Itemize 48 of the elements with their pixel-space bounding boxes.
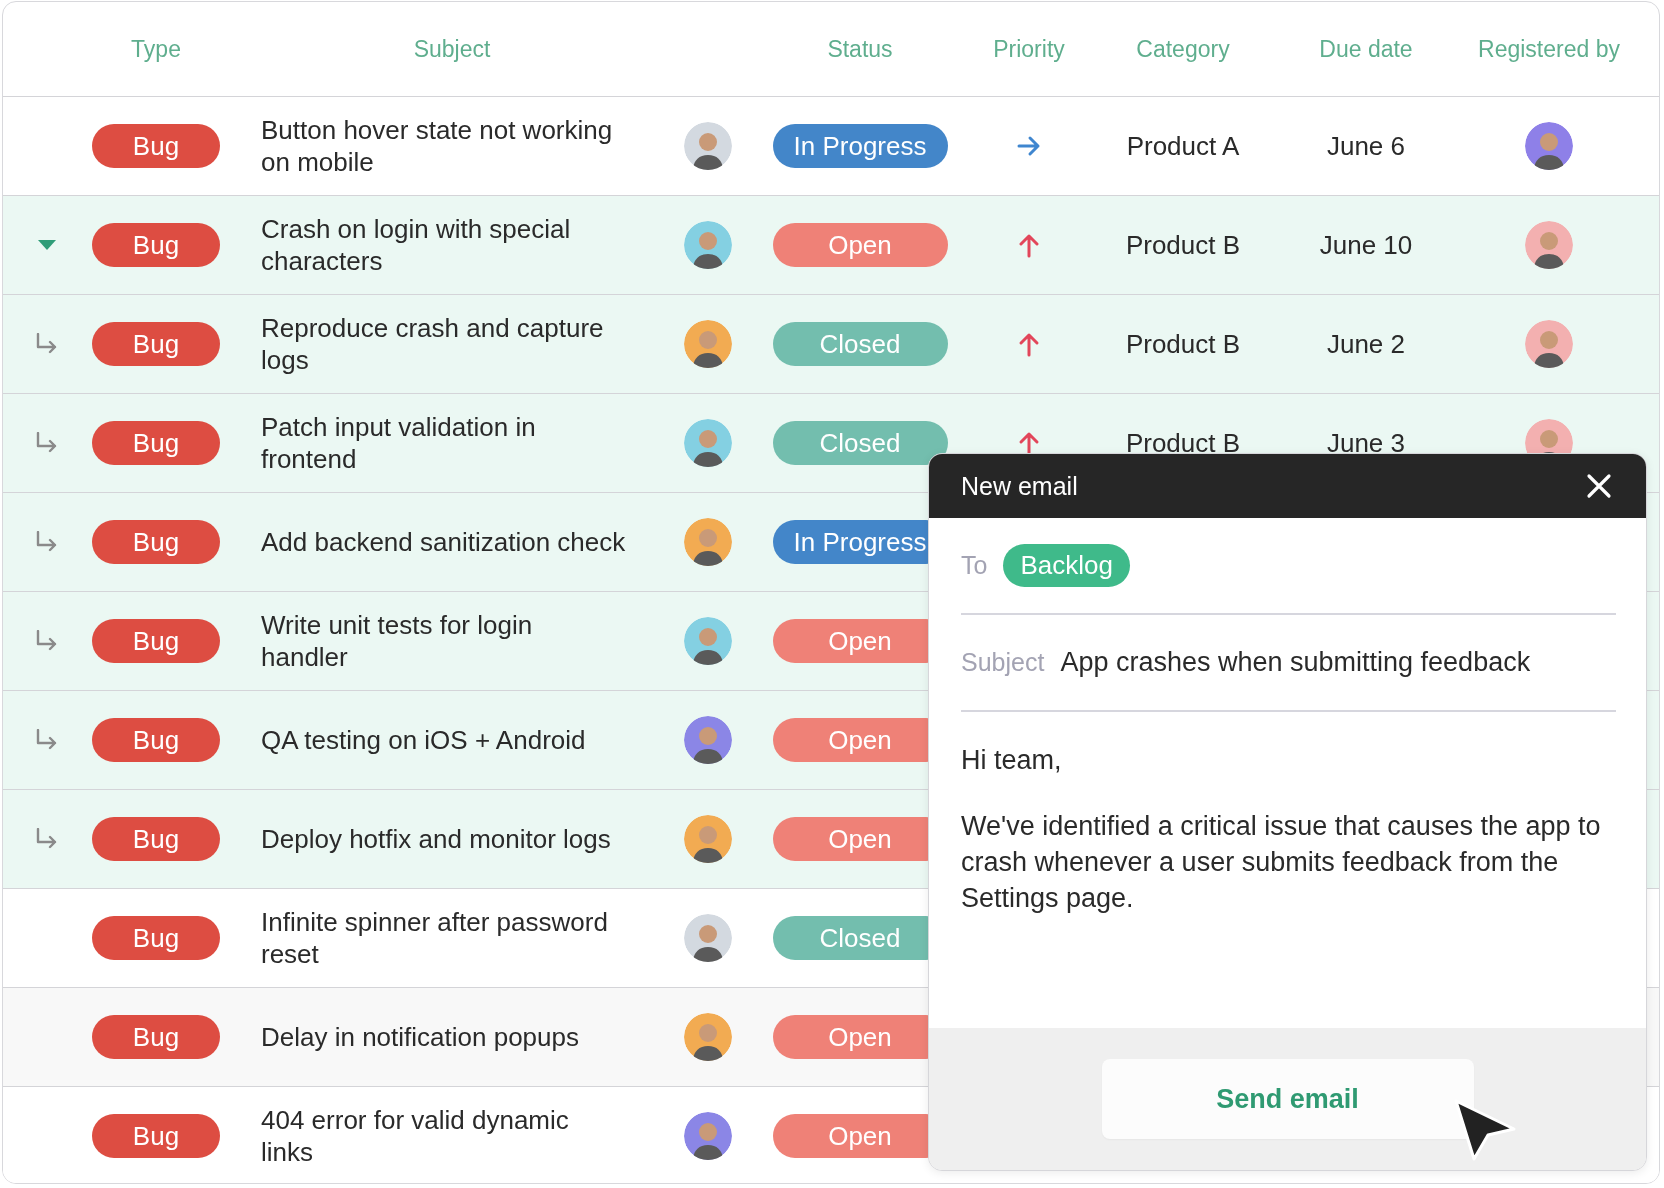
due-date: June 2 (1326, 328, 1406, 360)
category-text: Product B (1125, 427, 1241, 459)
subject-text: Patch input validation in frontend (261, 411, 536, 475)
subject-text: Deploy hotfix and monitor logs (261, 823, 611, 855)
type-badge: Bug (92, 421, 220, 465)
subject-text: Delay in notification popups (261, 1021, 579, 1053)
subject-field[interactable]: App crashes when submitting feedback (1060, 647, 1531, 678)
subject-text: Add backend sanitization check (261, 526, 626, 558)
close-icon[interactable] (1586, 473, 1612, 499)
type-badge: Bug (92, 322, 220, 366)
subtask-arrow-icon (35, 333, 59, 355)
type-badge: Bug (92, 1015, 220, 1059)
type-badge: Bug (92, 817, 220, 861)
type-badge: Bug (92, 718, 220, 762)
subject-text: 404 error for valid dynamic links (261, 1104, 569, 1168)
subject-text: Infinite spinner after password reset (261, 906, 608, 970)
type-badge: Bug (92, 124, 220, 168)
subject-text: Button hover state not working on mobile (261, 114, 613, 178)
message-text: Hi team, (961, 744, 1063, 777)
subject-text: QA testing on iOS + Android (261, 724, 586, 756)
subtask-arrow-icon (35, 729, 59, 751)
subject-text: Crash on login with special characters (261, 213, 571, 277)
due-date: June 3 (1326, 427, 1406, 459)
subject-text: Write unit tests for login handler (261, 609, 533, 673)
due-date: June 10 (1319, 229, 1413, 261)
due-date: June 6 (1326, 130, 1406, 162)
table-row[interactable]: Bug Reproduce crash and capture logs Closed Product B June 2 (3, 294, 1659, 393)
type-badge: Bug (92, 1114, 220, 1158)
expand-toggle-icon[interactable] (37, 238, 57, 252)
table-row[interactable]: Bug Crash on login with special characters Open Product B June 10 (3, 195, 1659, 294)
type-badge: Bug (92, 223, 220, 267)
category-text: Product B (1125, 229, 1241, 261)
category-text: Product B (1125, 328, 1241, 360)
subtask-arrow-icon (35, 432, 59, 454)
field-label: Subject (961, 648, 1045, 677)
type-badge: Bug (92, 916, 220, 960)
subject-text: Reproduce crash and capture logs (261, 312, 604, 376)
subtask-arrow-icon (35, 828, 59, 850)
status-badge: In Progress (772, 124, 948, 168)
subtask-arrow-icon (35, 630, 59, 652)
status-badge: Open (772, 223, 948, 267)
status-badge: Closed (772, 421, 948, 465)
category-text: Product A (1126, 130, 1240, 162)
field-label: To (961, 551, 988, 580)
status-badge: Closed (772, 322, 948, 366)
type-badge: Bug (92, 520, 220, 564)
subtask-arrow-icon (35, 531, 59, 553)
type-badge: Bug (92, 619, 220, 663)
